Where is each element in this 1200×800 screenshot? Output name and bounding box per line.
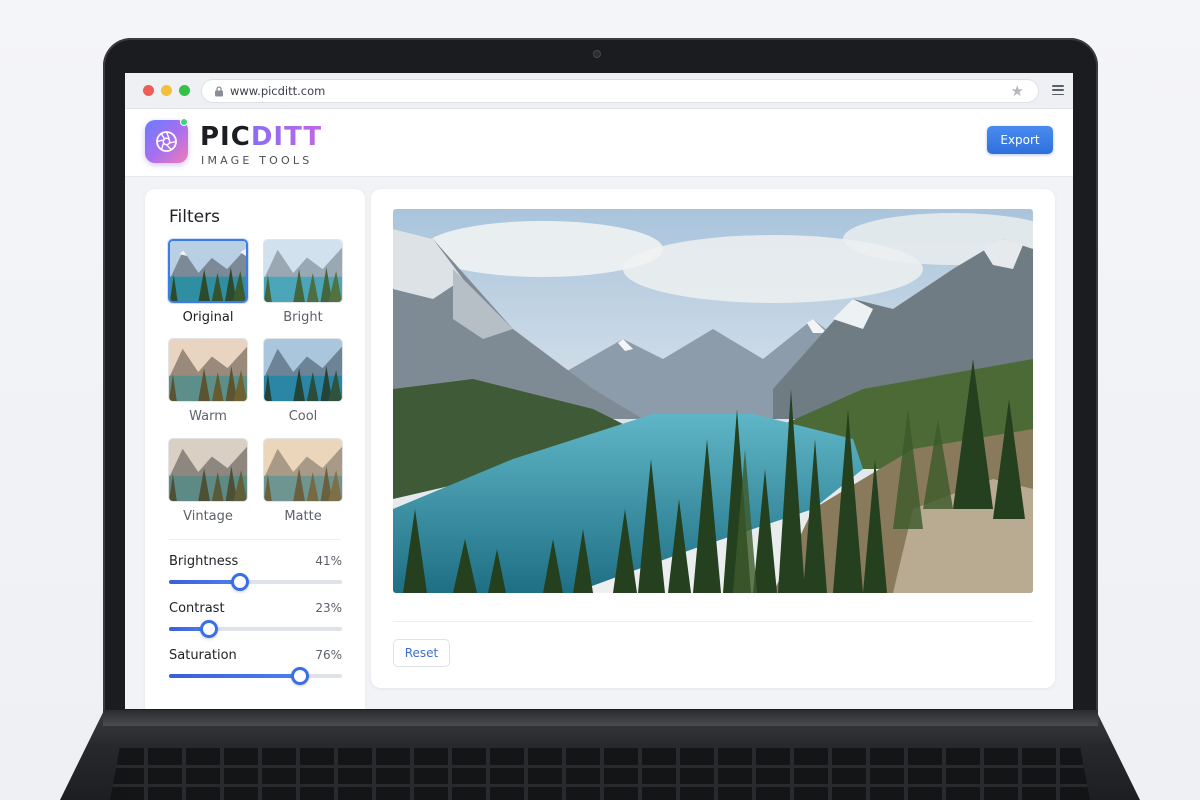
filter-label: Cool: [288, 409, 318, 424]
filter-original[interactable]: Original: [168, 239, 248, 325]
star-icon[interactable]: ★: [1011, 83, 1024, 99]
slider-fill: [169, 580, 240, 584]
filter-thumbnail: [168, 438, 248, 502]
export-button[interactable]: Export: [987, 126, 1053, 154]
filter-thumbnail: [263, 438, 343, 502]
close-window-button[interactable]: [143, 85, 154, 96]
filter-label: Matte: [284, 509, 322, 524]
laptop-hinge: [103, 710, 1098, 726]
canvas-panel: Reset: [371, 189, 1055, 688]
filter-vintage[interactable]: Vintage: [168, 438, 248, 524]
slider-fill: [169, 674, 301, 678]
keyboard-keys: [110, 748, 1090, 800]
slider-handle[interactable]: [230, 573, 249, 591]
slider-label: Brightness: [169, 554, 239, 569]
filter-label: Original: [182, 310, 234, 325]
hamburger-menu-icon[interactable]: [1052, 85, 1064, 96]
filter-thumbnail: [263, 338, 343, 402]
filter-bright[interactable]: Bright: [263, 239, 343, 325]
filter-matte[interactable]: Matte: [263, 438, 343, 524]
slider-value: 41%: [315, 554, 342, 568]
brand-name: PICDITT: [200, 123, 322, 151]
minimize-window-button[interactable]: [161, 85, 172, 96]
slider-label: Saturation: [169, 648, 237, 663]
reset-button[interactable]: Reset: [393, 639, 450, 667]
app-logo[interactable]: [145, 120, 188, 163]
filter-thumbnail: [168, 338, 248, 402]
slider-track[interactable]: [169, 620, 342, 638]
lock-icon: [215, 86, 223, 97]
slider-value: 23%: [315, 601, 342, 615]
filter-cool[interactable]: Cool: [263, 338, 343, 424]
app-body: Filters Original Bright Warm Cool Vintag…: [125, 177, 1073, 709]
browser-toolbar: www.picditt.com ★: [125, 73, 1073, 109]
status-dot: [180, 118, 188, 126]
url-text: www.picditt.com: [230, 84, 326, 98]
sidebar-divider: [169, 539, 341, 540]
main-image[interactable]: [393, 209, 1033, 593]
screen: www.picditt.com ★ PICDITT IMAGE TOOLS Ex…: [125, 73, 1073, 709]
filter-thumbnail: [168, 239, 248, 303]
camera-aperture-icon: [156, 131, 177, 152]
app-header: PICDITT IMAGE TOOLS Export: [125, 109, 1073, 177]
canvas-divider: [393, 621, 1033, 622]
landscape-image: [393, 209, 1033, 593]
filter-label: Vintage: [183, 509, 233, 524]
filters-sidebar: Filters Original Bright Warm Cool Vintag…: [145, 189, 365, 709]
filters-title: Filters: [169, 207, 220, 227]
brand-tagline: IMAGE TOOLS: [201, 154, 313, 167]
slider-label: Contrast: [169, 601, 225, 616]
slider-handle[interactable]: [199, 620, 218, 638]
webcam: [593, 50, 601, 58]
brand-name-part1: PIC: [200, 122, 251, 152]
filter-thumbnail: [263, 239, 343, 303]
filter-label: Warm: [189, 409, 227, 424]
maximize-window-button[interactable]: [179, 85, 190, 96]
filter-warm[interactable]: Warm: [168, 338, 248, 424]
address-bar[interactable]: www.picditt.com ★: [201, 79, 1039, 103]
slider-handle[interactable]: [291, 667, 310, 685]
slider-track[interactable]: [169, 667, 342, 685]
slider-value: 76%: [315, 648, 342, 662]
brand-name-part2: DITT: [250, 122, 323, 152]
slider-track[interactable]: [169, 573, 342, 591]
filter-label: Bright: [283, 310, 323, 325]
